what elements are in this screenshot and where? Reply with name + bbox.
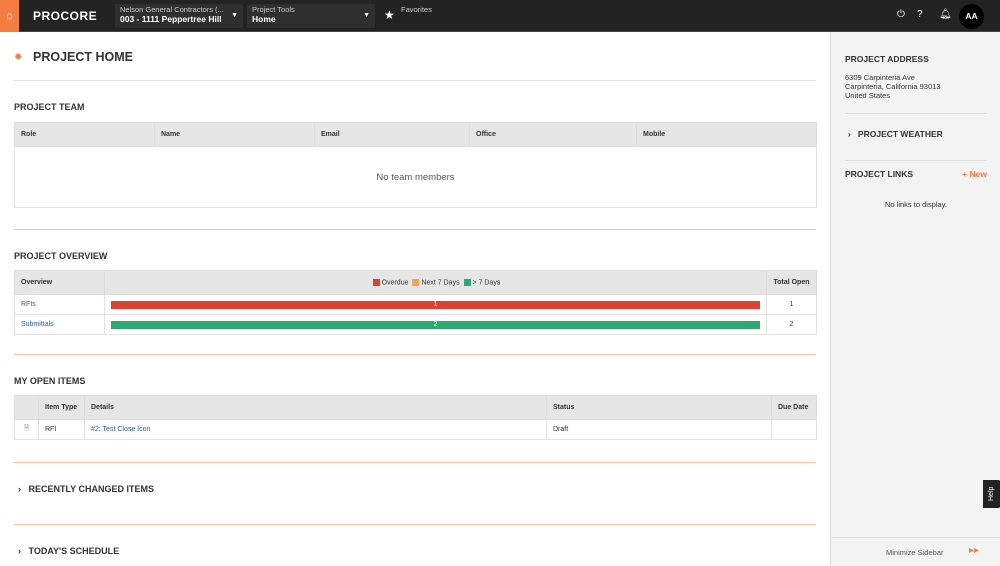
empty-message: No team members	[14, 146, 817, 208]
address-line: Carpinteria, California 93013	[845, 82, 941, 91]
tools-selector[interactable]: Project Tools Home ▼	[247, 4, 375, 28]
table-row: 🗎 RFI #2: Test Close Icon Draft	[14, 419, 817, 440]
address-title: PROJECT ADDRESS	[845, 54, 929, 64]
page-title: PROJECT HOME	[33, 50, 134, 64]
col-status: Status	[546, 395, 772, 420]
col-name: Name	[154, 122, 315, 147]
weather-toggle[interactable]: › PROJECT WEATHER	[848, 129, 943, 139]
tools-label: Project Tools	[252, 5, 295, 14]
address-line: United States	[845, 91, 891, 100]
item-status: Draft	[546, 419, 772, 440]
submittals-bar[interactable]: 2	[111, 320, 760, 329]
col-item-type: Item Type	[38, 395, 85, 420]
procore-logo: PROCORE	[33, 9, 98, 23]
legend-swatch-next7	[412, 278, 420, 286]
tool-name: Home	[252, 14, 276, 24]
table-row: RFIs 1 1	[14, 294, 817, 315]
open-items-title: MY OPEN ITEMS	[14, 376, 86, 386]
col-details: Details	[84, 395, 547, 420]
sidebar: PROJECT ADDRESS 6309 Carpinteria Ave Carp…	[830, 32, 1000, 566]
chevron-down-icon: ▼	[231, 12, 238, 19]
todays-schedule-toggle[interactable]: › TODAY'S SCHEDULE	[18, 546, 119, 556]
main-content: ✹ PROJECT HOME PROJECT TEAM Role Name Emai…	[0, 32, 830, 566]
rfis-bar[interactable]: 1	[111, 300, 760, 309]
star-icon[interactable]: ★	[384, 8, 395, 22]
minimize-sidebar-button[interactable]: Minimize Sidebar ▸▸	[831, 537, 1000, 566]
document-icon: 🗎	[14, 419, 39, 440]
rfis-link[interactable]: RFIs	[21, 301, 36, 308]
todays-schedule-label: TODAY'S SCHEDULE	[28, 546, 120, 556]
team-table: Role Name Email Office Mobile No team member…	[14, 122, 817, 208]
col-icon	[14, 395, 39, 420]
help-icon[interactable]: ?	[917, 9, 923, 20]
links-title: PROJECT LINKS	[845, 169, 914, 179]
new-link-button[interactable]: + New	[962, 169, 987, 179]
item-due	[771, 419, 817, 440]
col-overview: Overview	[14, 270, 105, 295]
col-role: Role	[14, 122, 155, 147]
rfis-total: 1	[766, 294, 817, 315]
legend: Overdue Next 7 Days > 7 Days	[104, 270, 767, 295]
project-name: 003 - 1111 Peppertree Hill	[120, 14, 222, 24]
top-nav: ⌂ PROCORE Nelson General Contractors (..…	[0, 0, 1000, 32]
overview-title: PROJECT OVERVIEW	[14, 251, 108, 261]
project-team-title: PROJECT TEAM	[14, 102, 85, 112]
project-address: 6309 Carpinteria Ave Carpinteria, Califor…	[845, 73, 940, 100]
company-name: Nelson General Contractors (...	[120, 5, 224, 14]
favorites-link[interactable]: Favorites	[401, 5, 432, 14]
address-line: 6309 Carpinteria Ave	[845, 73, 915, 82]
divider	[14, 354, 816, 355]
legend-next7: Next 7 Days	[421, 279, 460, 287]
minimize-label: Minimize Sidebar	[886, 548, 944, 557]
divider	[14, 229, 816, 230]
col-email: Email	[314, 122, 470, 147]
submittals-link[interactable]: Submittals	[21, 321, 54, 328]
col-mobile: Mobile	[636, 122, 817, 147]
overview-table: Overview Overdue Next 7 Days > 7 Days To…	[14, 270, 817, 335]
help-tab[interactable]: Help	[983, 480, 1000, 508]
divider	[14, 80, 816, 81]
legend-swatch-gt7	[463, 278, 471, 286]
chevron-down-icon: ▼	[363, 12, 370, 19]
divider	[14, 462, 816, 463]
recently-changed-label: RECENTLY CHANGED ITEMS	[28, 484, 155, 494]
avatar[interactable]: AA	[959, 4, 984, 29]
project-selector[interactable]: Nelson General Contractors (... 003 - 11…	[115, 4, 243, 28]
plug-icon[interactable]: ⏻	[897, 9, 905, 20]
col-due-date: Due Date	[771, 395, 817, 420]
divider	[14, 524, 816, 525]
open-items-table: Item Type Details Status Due Date 🗎 RFI #2: T…	[14, 395, 817, 440]
double-chevron-right-icon: ▸▸	[969, 545, 980, 556]
item-details-link[interactable]: #2: Test Close Icon	[91, 426, 150, 433]
submittals-total: 2	[766, 314, 817, 335]
col-total: Total Open	[766, 270, 817, 295]
home-button[interactable]: ⌂	[0, 0, 19, 32]
item-type: RFI	[38, 419, 85, 440]
legend-swatch-overdue	[372, 278, 380, 286]
legend-gt7: > 7 Days	[472, 279, 501, 287]
legend-overdue: Overdue	[381, 279, 409, 287]
recently-changed-toggle[interactable]: › RECENTLY CHANGED ITEMS	[18, 484, 154, 494]
weather-label: PROJECT WEATHER	[857, 129, 943, 139]
divider	[845, 113, 987, 114]
bell-icon[interactable]: 🔔︎	[939, 9, 952, 20]
divider	[845, 160, 987, 161]
table-row: Submittals 2 2	[14, 314, 817, 335]
gear-icon: ✹	[14, 52, 23, 63]
no-links-message: No links to display.	[885, 200, 947, 209]
col-office: Office	[469, 122, 637, 147]
